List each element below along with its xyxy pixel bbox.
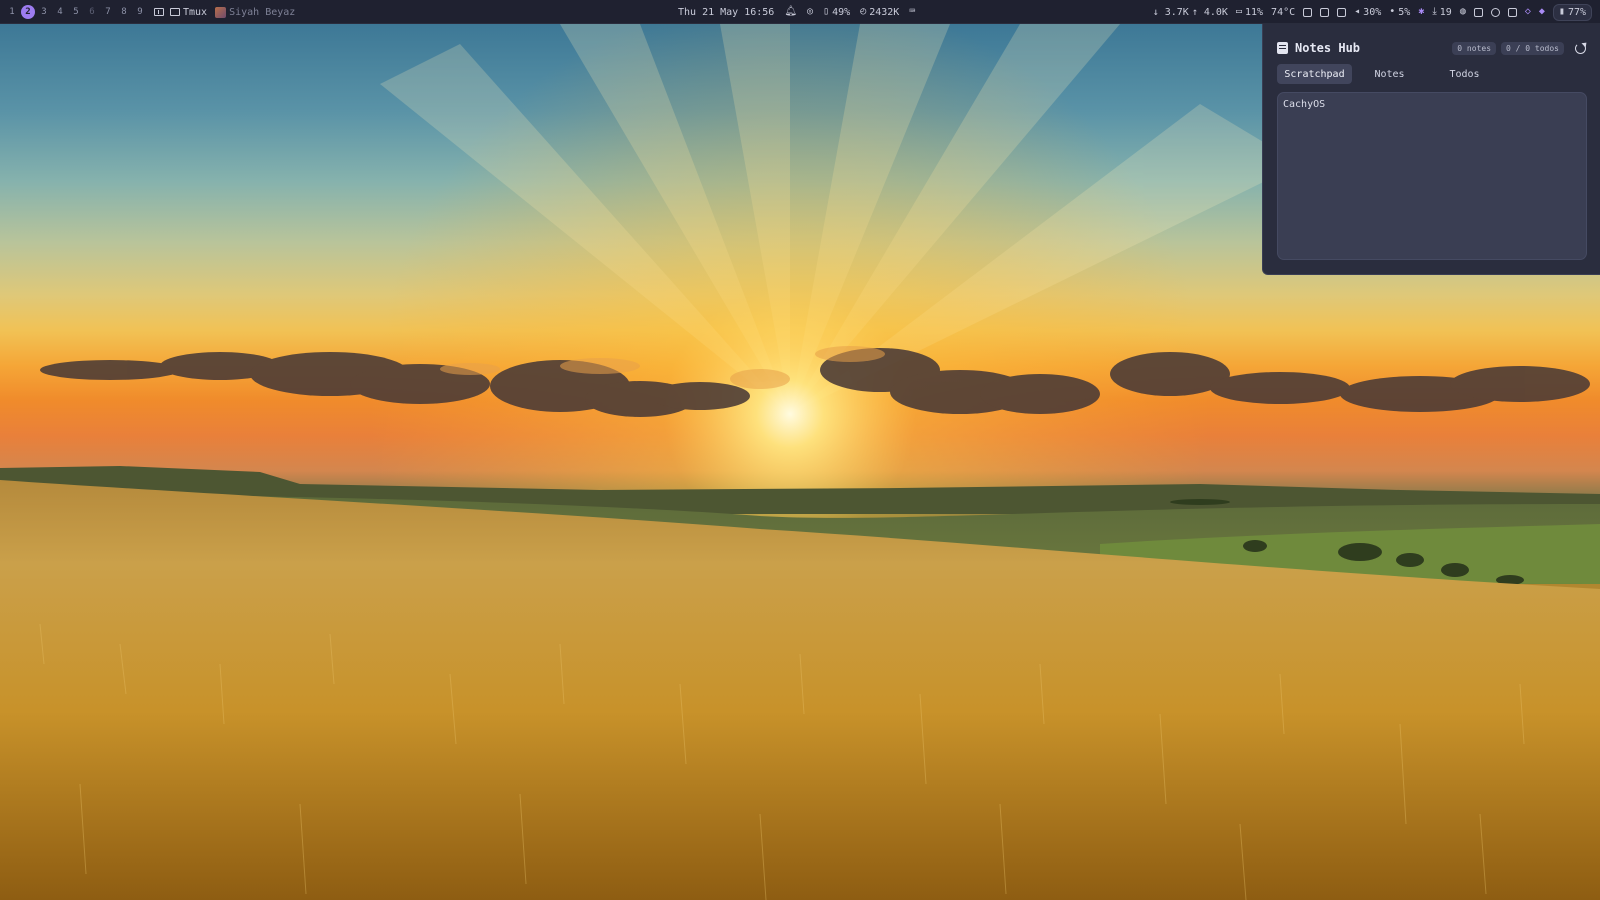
memory-icon: ◴ — [860, 6, 867, 17]
bluetooth-button[interactable]: ✱ — [1418, 7, 1424, 17]
microphone[interactable]: • 5% — [1389, 7, 1410, 18]
workspace-3[interactable]: 3 — [36, 4, 52, 20]
shield-icon: ◇ — [1524, 6, 1531, 17]
tab-notes[interactable]: Notes — [1352, 64, 1427, 84]
scratchpad-input[interactable]: CachyOS — [1277, 92, 1587, 260]
power-profile-button[interactable] — [1490, 7, 1500, 17]
laptop-icon: ▭ — [1235, 6, 1242, 17]
media-title[interactable]: Siyah Beyaz — [215, 6, 296, 18]
workspace-5[interactable]: 5 — [68, 4, 84, 20]
phone-battery[interactable]: ▯ 49% — [823, 7, 850, 18]
top-bar: 1 2 3 4 5 6 7 8 9 Tmux Siyah Beyaz Thu 2… — [0, 0, 1600, 24]
memory-usage[interactable]: ◴ 2432K — [860, 7, 899, 18]
bar-right: ↓ 3.7K ↑ 4.0K ▭ 11% 74°C ◂ 30% • 5% ✱ ⤓ … — [1145, 0, 1592, 24]
battery-text: 77% — [1567, 6, 1586, 18]
net-down-text: ↓ 3.7K — [1152, 6, 1189, 18]
active-window[interactable]: Tmux — [170, 7, 207, 18]
keyboard-layout[interactable]: ⌨ — [909, 7, 915, 17]
terminal-button[interactable] — [1507, 7, 1517, 17]
network-speed[interactable]: ↓ 3.7K ↑ 4.0K — [1153, 7, 1228, 18]
album-art-icon — [215, 6, 227, 18]
active-window-title: Tmux — [183, 6, 208, 18]
workspace-1[interactable]: 1 — [4, 4, 20, 20]
volume-icon: ◂ — [1354, 6, 1361, 17]
cpu-usage[interactable]: ▭ 11% — [1236, 7, 1263, 18]
workspace-6[interactable]: 6 — [84, 4, 100, 20]
media-title-text: Siyah Beyaz — [229, 6, 296, 18]
notes-icon — [1473, 7, 1483, 17]
image-icon — [1320, 7, 1330, 17]
mic-text: 5% — [1398, 6, 1411, 18]
notes-hub-badges: 0 notes 0 / 0 todos — [1452, 41, 1586, 55]
network-button[interactable]: ◍ — [1460, 7, 1466, 17]
clock[interactable]: Thu 21 May 16:56 — [678, 7, 774, 18]
temperature-text: 74°C — [1271, 6, 1296, 18]
workspace-7[interactable]: 7 — [100, 4, 116, 20]
workspace-9[interactable]: 9 — [132, 4, 148, 20]
vpn-icon: ◆ — [1538, 6, 1545, 17]
battery-icon: ▮ — [1558, 6, 1565, 17]
phone-battery-text: 49% — [832, 6, 851, 18]
idle-inhibitor-button[interactable]: ◎ — [807, 7, 813, 17]
workspace-8[interactable]: 8 — [116, 4, 132, 20]
notes-hub-title: Notes Hub — [1295, 41, 1361, 55]
todos-count-badge: 0 / 0 todos — [1501, 41, 1564, 55]
window-icon — [170, 8, 180, 16]
updates-text: 19 — [1439, 6, 1452, 18]
refresh-icon[interactable] — [1575, 42, 1586, 54]
workspace-4[interactable]: 4 — [52, 4, 68, 20]
keyboard-icon: ⌨ — [909, 6, 916, 17]
volume[interactable]: ◂ 30% — [1354, 7, 1381, 18]
workspace-2-active[interactable]: 2 — [21, 5, 35, 19]
terminal-icon — [1507, 7, 1517, 17]
phone-icon: ▯ — [823, 6, 830, 17]
notes-hub-header: Notes Hub 0 notes 0 / 0 todos — [1277, 40, 1586, 56]
eye-off-icon: ◎ — [807, 6, 814, 17]
notes-button[interactable] — [1473, 7, 1483, 17]
clock-text: Thu 21 May 16:56 — [678, 6, 775, 18]
vpn-button[interactable]: ◆ — [1539, 7, 1545, 17]
download-icon: ⤓ — [1432, 6, 1437, 17]
notes-count-badge: 0 notes — [1452, 41, 1497, 55]
tab-scratchpad[interactable]: Scratchpad — [1277, 64, 1352, 84]
tab-todos[interactable]: Todos — [1427, 64, 1502, 84]
battery[interactable]: ▮ 77% — [1552, 3, 1592, 21]
notes-hub-tabs: Scratchpad Notes Todos — [1277, 64, 1577, 84]
circle-icon — [1490, 7, 1500, 17]
bluetooth-icon: ✱ — [1418, 6, 1425, 17]
bar-center: Thu 21 May 16:56 🔔︎ ◎ ▯ 49% ◴ 2432K ⌨ — [678, 0, 915, 24]
screenshot-button[interactable] — [1320, 7, 1330, 17]
bell-icon: 🔔︎ — [784, 6, 798, 17]
notes-hub-panel: Notes Hub 0 notes 0 / 0 todos Scratchpad… — [1262, 24, 1600, 275]
temperature[interactable]: 74°C — [1271, 7, 1295, 18]
notes-icon — [1277, 42, 1288, 54]
updates[interactable]: ⤓ 19 — [1432, 7, 1451, 18]
monitor-icon — [1303, 7, 1313, 17]
layout-icon — [154, 8, 164, 16]
cpu-text: 11% — [1244, 6, 1264, 18]
net-up-text: ↑ 4.0K — [1191, 6, 1228, 18]
workspaces-group: 1 2 3 4 5 6 7 8 9 Tmux Siyah Beyaz — [4, 0, 295, 24]
globe-icon: ◍ — [1459, 6, 1466, 17]
notifications-button[interactable]: 🔔︎ — [784, 7, 797, 17]
clipboard-button[interactable] — [1337, 7, 1347, 17]
display-button[interactable] — [1303, 7, 1313, 17]
memory-text: 2432K — [869, 6, 900, 18]
clipboard-icon — [1337, 7, 1347, 17]
volume-text: 30% — [1363, 6, 1382, 18]
security-button[interactable]: ◇ — [1525, 7, 1531, 17]
layout-button[interactable] — [154, 8, 164, 16]
mic-icon: • — [1389, 6, 1396, 17]
